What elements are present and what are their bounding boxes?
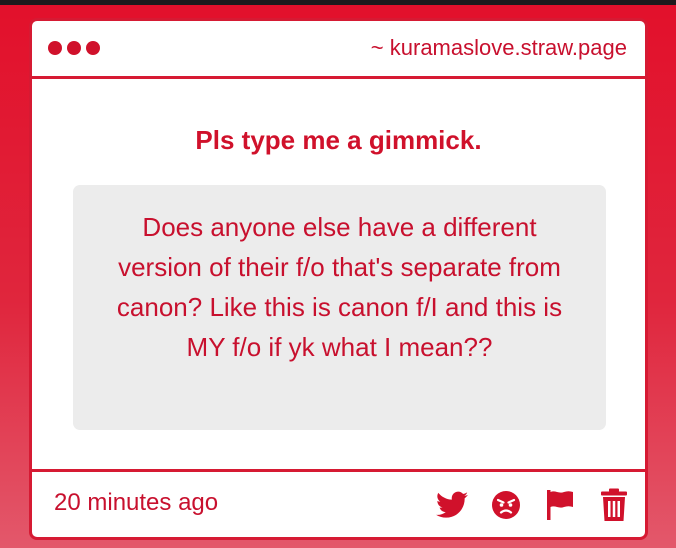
post-timestamp: 20 minutes ago bbox=[54, 489, 219, 516]
message-text: Does anyone else have a different versio… bbox=[116, 212, 563, 362]
window-titlebar: ~ kuramaslove.straw.page bbox=[32, 21, 645, 79]
window-dot-3 bbox=[86, 41, 100, 55]
twitter-icon[interactable] bbox=[435, 488, 469, 522]
top-edge-strip bbox=[0, 0, 676, 5]
flag-icon[interactable] bbox=[543, 488, 577, 522]
window-dots bbox=[48, 41, 100, 55]
trash-icon[interactable] bbox=[597, 488, 631, 522]
angry-face-icon[interactable] bbox=[489, 488, 523, 522]
post-card: ~ kuramaslove.straw.page Pls type me a g… bbox=[29, 18, 648, 540]
message-box: Does anyone else have a different versio… bbox=[73, 185, 606, 430]
post-heading: Pls type me a gimmick. bbox=[195, 125, 482, 155]
window-dot-1 bbox=[48, 41, 62, 55]
site-url-link[interactable]: ~ kuramaslove.straw.page bbox=[371, 35, 627, 61]
post-footer: 20 minutes ago bbox=[32, 469, 645, 537]
post-actions bbox=[435, 488, 631, 522]
window-dot-2 bbox=[67, 41, 81, 55]
